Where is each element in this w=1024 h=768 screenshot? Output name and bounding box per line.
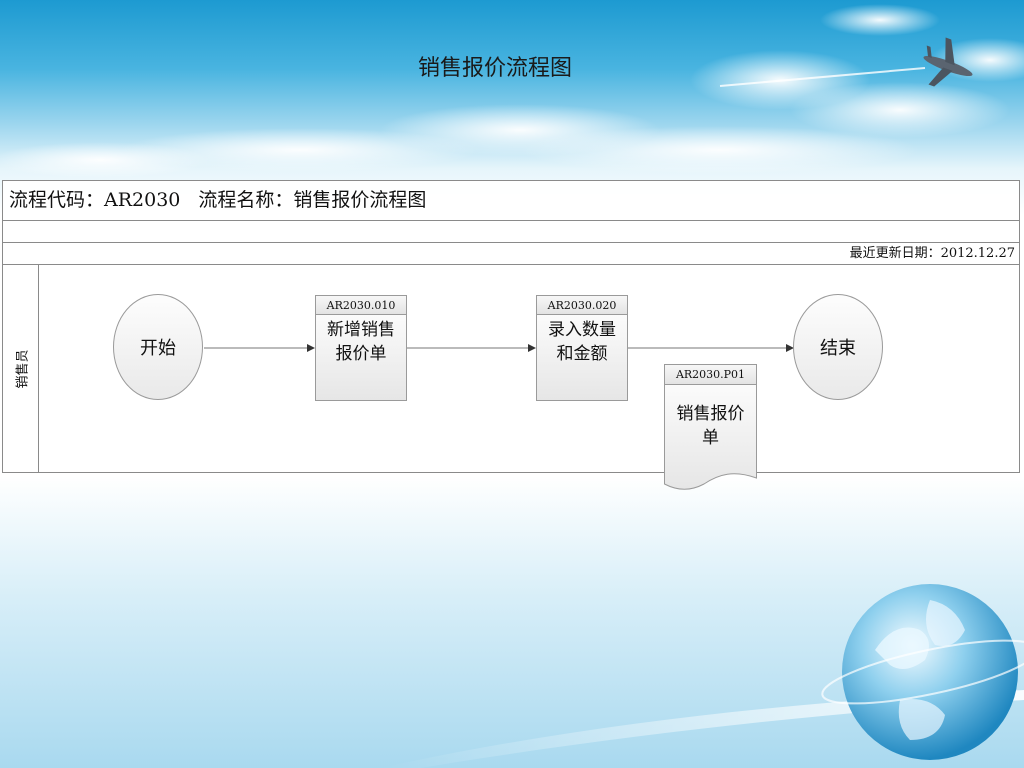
page-title: 销售报价流程图 <box>417 56 572 81</box>
document-node-line1: 销售报价 <box>676 404 745 424</box>
process-step-1-line2: 报价单 <box>335 344 387 364</box>
clouds <box>0 4 1024 178</box>
start-node-label: 开始 <box>140 338 176 359</box>
updated-date: 最近更新日期：2012.12.27 <box>2 243 1020 265</box>
swimlane-label-text: 销售员 <box>15 348 30 389</box>
start-node[interactable]: 开始 <box>113 294 203 400</box>
end-node-label: 结束 <box>820 338 856 359</box>
process-step-2-line1: 录入数量 <box>548 320 616 340</box>
globe-icon <box>821 584 1024 760</box>
blank-row <box>2 221 1020 243</box>
document-node-code: AR2030.P01 <box>664 364 757 385</box>
process-step-1-code: AR2030.010 <box>315 295 407 315</box>
process-step-2-line2: 和金额 <box>556 344 608 364</box>
process-name-label: 流程名称：销售报价流程图 <box>198 189 427 211</box>
document-node[interactable]: AR2030.P01 销售报价 单 <box>664 364 757 494</box>
slide: 销售报价流程图 流程代码：AR2030 流程名称：销售报价流程图 最近更新日期：2… <box>0 0 1024 768</box>
process-code-label: 流程代码：AR2030 <box>9 189 181 211</box>
process-step-2-body: 录入数量 和金额 <box>536 315 628 401</box>
process-step-1-body: 新增销售 报价单 <box>315 315 407 401</box>
process-header-row: 流程代码：AR2030 流程名称：销售报价流程图 <box>2 180 1020 221</box>
process-step-2-code: AR2030.020 <box>536 295 628 315</box>
process-step-2[interactable]: AR2030.020 录入数量 和金额 <box>536 295 628 401</box>
document-node-line2: 单 <box>702 428 719 448</box>
process-step-1[interactable]: AR2030.010 新增销售 报价单 <box>315 295 407 401</box>
document-node-text: 销售报价 单 <box>664 402 757 450</box>
swimlane-label: 销售员 <box>2 265 39 473</box>
end-node[interactable]: 结束 <box>793 294 883 400</box>
process-step-1-line1: 新增销售 <box>327 320 395 340</box>
